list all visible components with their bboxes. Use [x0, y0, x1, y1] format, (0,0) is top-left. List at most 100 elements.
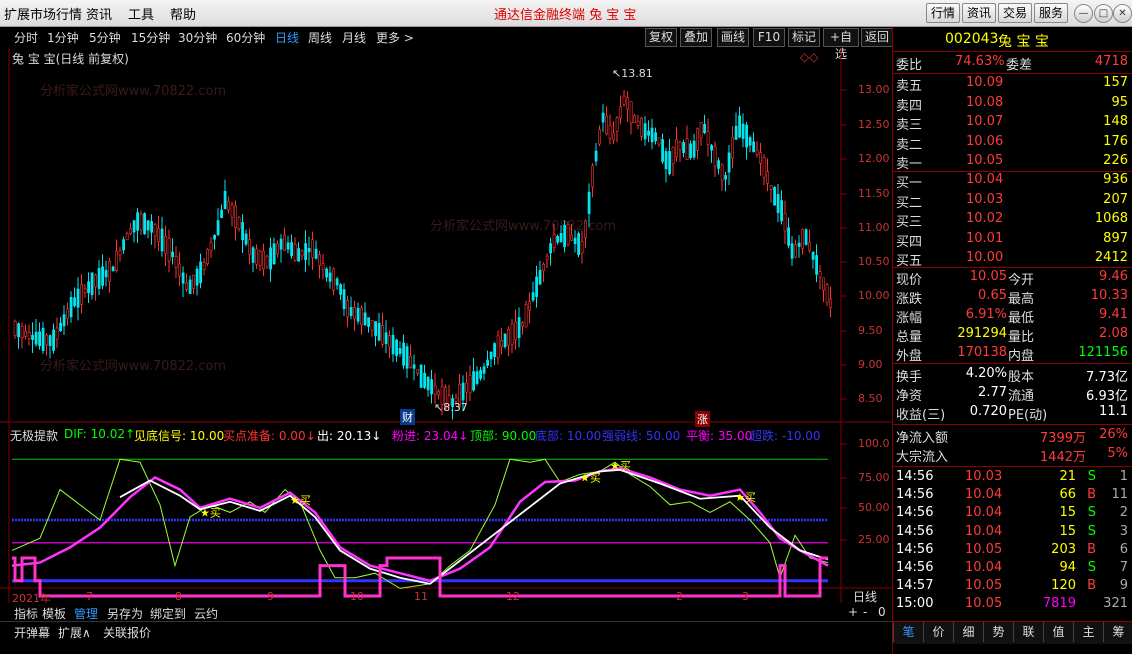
- f10-button[interactable]: F10: [753, 28, 785, 47]
- draw-button[interactable]: 画线: [717, 28, 749, 47]
- orderbook-row[interactable]: 买二 10.03 207: [893, 192, 1132, 211]
- zoom-reset-button[interactable]: 0: [878, 605, 886, 619]
- kline-chart[interactable]: ★买 ★买 ★买 ★买 ★买: [0, 48, 892, 608]
- menu-news[interactable]: 资讯: [86, 4, 112, 23]
- candle-body: [671, 146, 675, 164]
- tab-bind-to[interactable]: 绑定到: [150, 605, 186, 622]
- tick-price: 10.04: [965, 487, 1003, 503]
- candle-body: [731, 137, 735, 159]
- add-favorite-button[interactable]: +自选: [823, 28, 859, 61]
- candle-body: [405, 346, 409, 369]
- tab-template[interactable]: 模板: [42, 605, 66, 622]
- period-intraday[interactable]: 分时: [14, 29, 38, 46]
- panel-tab[interactable]: 主: [1073, 622, 1103, 642]
- related-quote-button[interactable]: 关联报价: [103, 624, 151, 641]
- candle-body: [727, 152, 731, 173]
- menu-extended-market[interactable]: 扩展市场行情: [4, 4, 82, 23]
- candle-body: [24, 331, 28, 337]
- white-line: [119, 468, 829, 585]
- candle-body: [328, 272, 332, 282]
- panel-tab[interactable]: 笔: [893, 622, 923, 642]
- candle-body: [353, 306, 357, 320]
- indicator-value-label: 底部: 10.00: [535, 429, 602, 443]
- menu-help[interactable]: 帮助: [170, 4, 196, 23]
- candle-body: [13, 320, 17, 336]
- tick-price: 10.03: [965, 469, 1003, 484]
- maximize-icon[interactable]: □: [1094, 4, 1113, 23]
- tab-save-as[interactable]: 另存为: [107, 605, 143, 622]
- candle-body: [605, 115, 609, 134]
- x-axis-label: 7: [86, 590, 93, 603]
- candle-body: [139, 213, 143, 231]
- candle-body: [272, 243, 276, 265]
- candle-body: [769, 185, 773, 190]
- flow-label: 大宗流入: [896, 450, 949, 465]
- tick-side: S: [1087, 469, 1096, 484]
- menu-tools[interactable]: 工具: [128, 4, 154, 23]
- trade-button[interactable]: 交易: [998, 3, 1032, 23]
- quote-button[interactable]: 行情: [926, 3, 960, 23]
- orderbook-row[interactable]: 买一 10.04 936: [893, 172, 1132, 191]
- candle-body: [66, 308, 70, 319]
- candle-body: [552, 233, 556, 248]
- period-more[interactable]: 更多 >: [376, 29, 414, 46]
- period-60min[interactable]: 60分钟: [226, 29, 265, 46]
- tab-manage[interactable]: 管理: [74, 605, 98, 622]
- mark-button[interactable]: 标记: [788, 28, 820, 47]
- service-button[interactable]: 服务: [1034, 3, 1068, 23]
- period-monthly[interactable]: 月线: [342, 29, 366, 46]
- panel-tab[interactable]: 细: [953, 622, 983, 642]
- back-button[interactable]: 返回: [861, 28, 893, 47]
- candle-body: [125, 233, 129, 241]
- extend-button[interactable]: 扩展∧: [58, 624, 91, 641]
- orderbook-row[interactable]: 买三 10.02 1068: [893, 211, 1132, 230]
- panel-tab[interactable]: 价: [923, 622, 953, 642]
- period-weekly[interactable]: 周线: [308, 29, 332, 46]
- overlay-button[interactable]: 叠加: [680, 28, 712, 47]
- zoom-in-button[interactable]: +: [848, 605, 858, 619]
- divider: [893, 51, 1132, 52]
- period-30min[interactable]: 30分钟: [178, 29, 217, 46]
- period-1min[interactable]: 1分钟: [47, 29, 79, 46]
- candle-body: [311, 239, 315, 258]
- price-axis-label: 9.50: [858, 324, 883, 337]
- candle-body: [188, 279, 192, 294]
- candle-body: [619, 106, 623, 119]
- rise-marker[interactable]: 涨: [695, 411, 710, 427]
- candle-body: [342, 289, 346, 310]
- candle-body: [710, 145, 714, 151]
- adjust-button[interactable]: 复权: [645, 28, 677, 47]
- period-daily[interactable]: 日线: [275, 29, 299, 46]
- orderbook-row[interactable]: 买五 10.00 2412: [893, 250, 1132, 269]
- candle-body: [363, 312, 367, 326]
- tick-price: 10.05: [965, 541, 1003, 557]
- orderbook-row[interactable]: 卖二 10.06 176: [893, 134, 1132, 153]
- orderbook-row[interactable]: 买四 10.01 897: [893, 231, 1132, 250]
- tab-cloud[interactable]: 云约: [194, 605, 218, 622]
- close-icon[interactable]: ✕: [1113, 4, 1132, 23]
- tab-indicator[interactable]: 指标: [14, 605, 38, 622]
- candle-body: [391, 334, 395, 355]
- danmaku-button[interactable]: 开弹幕: [14, 624, 50, 641]
- candle-body: [556, 236, 560, 243]
- orderbook-row[interactable]: 卖一 10.05 226: [893, 153, 1132, 172]
- orderbook-price: 10.04: [966, 172, 1004, 187]
- news-button[interactable]: 资讯: [962, 3, 996, 23]
- zoom-out-button[interactable]: -: [863, 605, 867, 619]
- orderbook-row[interactable]: 卖三 10.07 148: [893, 114, 1132, 133]
- tick-count: 2: [1119, 505, 1128, 521]
- candle-body: [101, 266, 105, 286]
- panel-tab[interactable]: 筹: [1103, 622, 1132, 642]
- tick-row: 14:57 10.05 120 B 9: [893, 578, 1132, 596]
- period-15min[interactable]: 15分钟: [131, 29, 170, 46]
- panel-tab[interactable]: 势: [983, 622, 1013, 642]
- period-5min[interactable]: 5分钟: [89, 29, 121, 46]
- panel-tab[interactable]: 值: [1043, 622, 1073, 642]
- minimize-icon[interactable]: —: [1074, 4, 1093, 23]
- orderbook-row[interactable]: 卖四 10.08 95: [893, 95, 1132, 114]
- finance-marker[interactable]: 财: [400, 409, 415, 425]
- indicator-name[interactable]: 无极提款: [10, 427, 58, 444]
- candle-body: [94, 274, 98, 288]
- orderbook-row[interactable]: 卖五 10.09 157: [893, 75, 1132, 94]
- panel-tab[interactable]: 联: [1013, 622, 1043, 642]
